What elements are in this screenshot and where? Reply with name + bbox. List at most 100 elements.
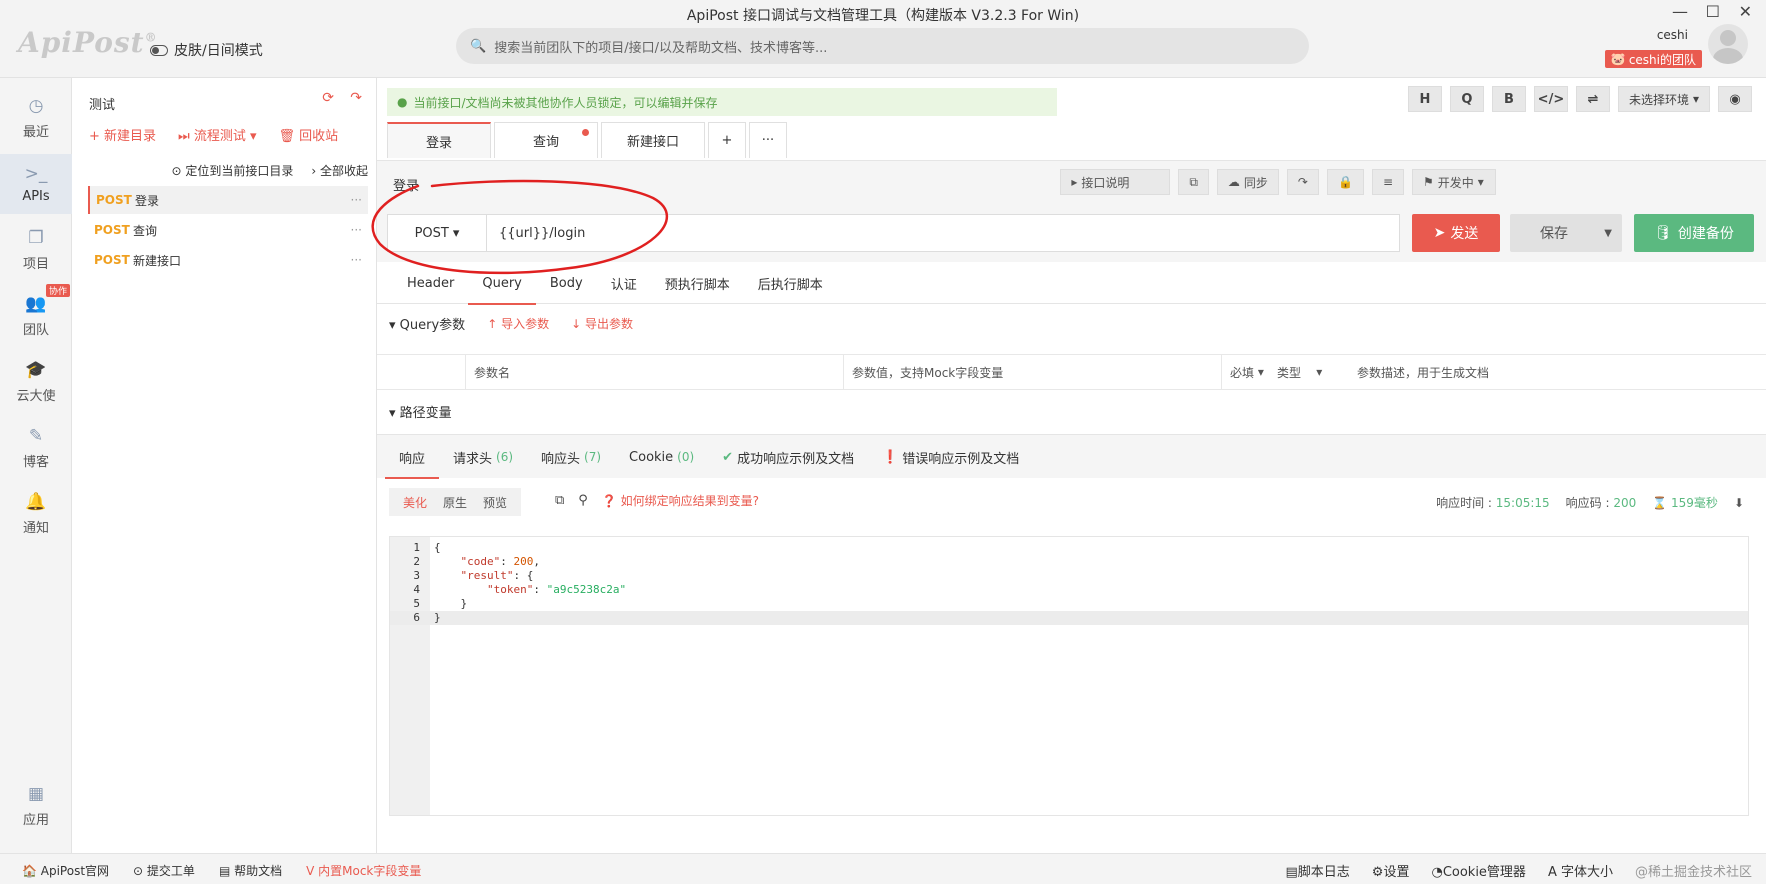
view-pretty[interactable]: 美化 — [395, 494, 435, 511]
nav-ambassador[interactable]: 🎓 云大使 — [0, 352, 72, 412]
toggle-icon — [150, 44, 168, 56]
tab-cookie[interactable]: Cookie (0) — [615, 435, 708, 479]
required-select[interactable]: 必填 ▾ — [1221, 355, 1269, 389]
avatar[interactable] — [1708, 24, 1748, 64]
param-desc-input[interactable]: 参数描述，用于生成文档 — [1349, 355, 1766, 389]
nav-projects[interactable]: ❐ 项目 — [0, 220, 72, 280]
tab-body[interactable]: Body — [536, 262, 597, 304]
code-icon[interactable]: </> — [1533, 86, 1568, 112]
tree-item[interactable]: POST 新建接口 ··· — [88, 246, 368, 274]
api-doc-button[interactable]: ▸ 接口说明 — [1060, 169, 1171, 195]
new-folder-button[interactable]: + 新建目录 — [89, 125, 156, 144]
download-icon[interactable]: ⬇ — [1734, 496, 1744, 510]
skin-mode-toggle[interactable]: 皮肤/日间模式 — [150, 40, 263, 60]
eye-icon[interactable]: ◉ — [1718, 86, 1752, 112]
tree-item[interactable]: POST 登录 ··· — [88, 186, 368, 214]
tab-new-api[interactable]: 新建接口 — [601, 122, 705, 158]
nav-blog[interactable]: ✎ 博客 — [0, 418, 72, 478]
view-raw[interactable]: 原生 — [435, 494, 475, 511]
param-name-input[interactable]: 参数名 — [465, 355, 843, 389]
flow-test-button[interactable]: ⏭ 流程测试 ▾ — [178, 125, 257, 144]
settings-icon[interactable]: ⇌ — [1575, 86, 1610, 112]
body-button[interactable]: B — [1491, 86, 1526, 112]
add-tab-button[interactable]: + — [708, 122, 746, 158]
lock-icon[interactable]: 🔒 — [1326, 169, 1364, 195]
settings-link[interactable]: ⚙设置 — [1372, 861, 1410, 880]
caret-down-icon: ▾ — [1692, 92, 1699, 106]
nav-apis[interactable]: >_ APIs — [0, 154, 72, 214]
tab-response[interactable]: 响应 — [385, 435, 440, 479]
query-button[interactable]: Q — [1449, 86, 1484, 112]
database-icon[interactable]: ≡ — [1371, 169, 1404, 195]
api-name[interactable]: 登录 — [393, 175, 419, 194]
more-icon[interactable]: ··· — [351, 223, 368, 237]
tab-header[interactable]: Header — [393, 262, 468, 304]
close-button[interactable]: ✕ — [1739, 2, 1752, 21]
import-params-button[interactable]: ↑ 导入参数 — [487, 315, 549, 332]
nav-team[interactable]: 👥 团队 协作 — [0, 284, 72, 346]
view-preview[interactable]: 预览 — [475, 494, 515, 511]
status-select[interactable]: ⚑ 开发中 ▾ — [1412, 169, 1496, 195]
global-search-input[interactable]: 🔍 搜索当前团队下的项目/接口/以及帮助文档、技术博客等... — [456, 28, 1309, 64]
team-icon: 🐷 — [1610, 52, 1626, 66]
tab-pre-script[interactable]: 预执行脚本 — [651, 262, 744, 304]
script-log-link[interactable]: ▤脚本日志 — [1285, 861, 1349, 880]
official-site-link[interactable]: 🏠 ApiPost官网 — [22, 862, 109, 879]
url-input[interactable]: {{url}}/login — [487, 214, 1400, 252]
header-button[interactable]: H — [1407, 86, 1442, 112]
database-icon: 🛢 — [1654, 225, 1672, 241]
copy-icon[interactable]: ⧉ — [555, 493, 564, 508]
method-select[interactable]: POST ▾ — [387, 214, 487, 252]
play-icon: ▸ — [1071, 175, 1078, 189]
bind-help-link[interactable]: ❓ 如何绑定响应结果到变量? — [602, 492, 759, 509]
path-vars-section[interactable]: ▾ 路径变量 — [389, 402, 452, 421]
more-icon[interactable]: ··· — [351, 193, 368, 207]
cookie-manager-link[interactable]: ◔Cookie管理器 — [1431, 861, 1525, 880]
tab-query[interactable]: 查询 — [494, 122, 598, 158]
mock-vars-link[interactable]: V 内置Mock字段变量 — [306, 862, 421, 879]
tab-request-headers[interactable]: 请求头 (6) — [439, 435, 527, 479]
share-icon[interactable]: ↷ — [350, 90, 362, 106]
tab-response-headers[interactable]: 响应头 (7) — [527, 435, 615, 479]
app-logo: ApiPost® — [18, 26, 158, 59]
tree-item[interactable]: POST 查询 ··· — [88, 216, 368, 244]
tab-auth[interactable]: 认证 — [597, 262, 651, 304]
param-value-input[interactable]: 参数值，支持Mock字段变量 — [843, 355, 1221, 389]
nav-recent[interactable]: ◷ 最近 — [0, 88, 72, 148]
sync-button[interactable]: ☁ 同步 — [1216, 169, 1279, 195]
save-button[interactable]: 保存 ▼ — [1510, 214, 1622, 252]
copy-icon[interactable]: ⧉ — [1178, 169, 1209, 195]
tab-success-example[interactable]: ✔ 成功响应示例及文档 — [708, 435, 868, 479]
minimize-button[interactable]: — — [1672, 2, 1688, 21]
refresh-icon[interactable]: ⟳ — [322, 90, 334, 106]
collapse-all-button[interactable]: › 全部收起 — [311, 162, 368, 179]
tab-post-script[interactable]: 后执行脚本 — [744, 262, 837, 304]
share-icon[interactable]: ↷ — [1286, 169, 1319, 195]
grid-icon: ▦ — [27, 783, 45, 804]
nav-notify[interactable]: 🔔 通知 — [0, 484, 72, 544]
more-tabs-button[interactable]: ··· — [749, 122, 787, 158]
recycle-bin-button[interactable]: 🗑 回收站 — [279, 125, 339, 144]
caret-down-icon[interactable]: ▼ — [1604, 228, 1612, 239]
tab-query-params[interactable]: Query — [468, 262, 536, 305]
tab-login[interactable]: 登录 — [387, 122, 491, 158]
response-editor[interactable]: 1{ 2 "code": 200, 3 "result": { 4 "token… — [389, 536, 1749, 816]
project-name: 测试 — [89, 98, 116, 113]
query-section-title[interactable]: ▾ Query参数 — [389, 314, 465, 333]
help-docs-link[interactable]: ▤ 帮助文档 — [219, 862, 282, 879]
team-badge[interactable]: 🐷 ceshi的团队 — [1604, 50, 1702, 68]
locate-button[interactable]: ⊙ 定位到当前接口目录 — [171, 162, 293, 179]
submit-ticket-link[interactable]: ⊙ 提交工单 — [133, 862, 195, 879]
collab-badge: 协作 — [46, 284, 71, 297]
type-select[interactable]: 类型 ▾ — [1269, 355, 1349, 389]
font-size-link[interactable]: A 字体大小 — [1548, 861, 1613, 880]
nav-apps[interactable]: ▦ 应用 — [0, 776, 72, 836]
maximize-button[interactable]: ☐ — [1706, 2, 1720, 21]
export-params-button[interactable]: ↓ 导出参数 — [571, 315, 633, 332]
tab-error-example[interactable]: ❗ 错误响应示例及文档 — [868, 435, 1033, 479]
more-icon[interactable]: ··· — [351, 253, 368, 267]
env-select[interactable]: 未选择环境 ▾ — [1617, 86, 1710, 112]
search-icon[interactable]: ⚲ — [578, 493, 588, 508]
send-button[interactable]: ➤ 发送 — [1412, 214, 1500, 252]
create-backup-button[interactable]: 🛢 创建备份 — [1634, 214, 1754, 252]
